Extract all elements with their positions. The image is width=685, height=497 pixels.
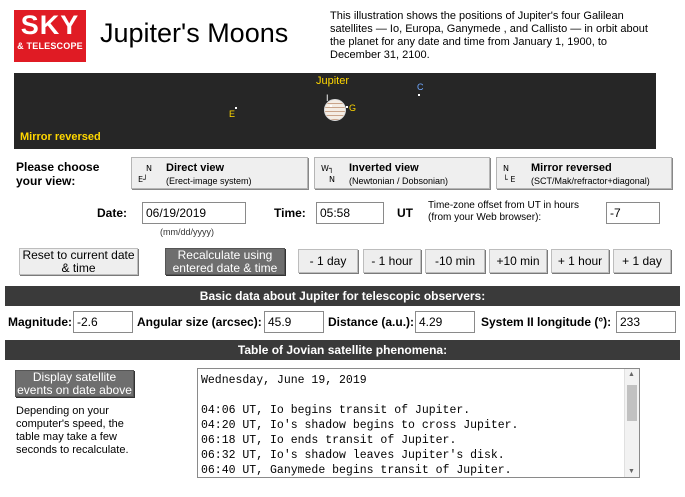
minus-day-button[interactable]: - 1 day <box>298 249 358 273</box>
distance-value[interactable]: 4.29 <box>415 311 475 333</box>
sky-view-panel: Jupiter I G E C Mirror reversed <box>14 73 656 149</box>
angular-size-value[interactable]: 45.9 <box>264 311 324 333</box>
ganymede-dot <box>346 106 348 108</box>
phenomena-line: 04:06 UT, Io begins transit of Jupiter. <box>201 404 471 417</box>
speed-note: Depending on your computer's speed, the … <box>16 405 129 456</box>
mirror-reversed-subtitle: (SCT/Mak/refractor+diagonal) <box>531 176 650 186</box>
date-format-hint: (mm/dd/yyyy) <box>160 227 214 237</box>
minus-10min-button[interactable]: -10 min <box>425 249 485 273</box>
scroll-down-icon[interactable]: ▼ <box>628 468 635 475</box>
phenomena-textarea[interactable]: Wednesday, June 19, 2019 04:06 UT, Io be… <box>197 368 640 478</box>
magnitude-value[interactable]: -2.6 <box>73 311 133 333</box>
compass-icon: N E┘ <box>138 163 152 185</box>
phenomena-line: 04:20 UT, Io's shadow begins to cross Ju… <box>201 419 519 432</box>
date-input[interactable]: 06/19/2019 <box>142 202 246 224</box>
europa-label: E <box>229 109 236 119</box>
phenomena-line <box>198 388 639 403</box>
display-events-button[interactable]: Display satellite events on date above <box>15 370 134 397</box>
phenomena-lines: Wednesday, June 19, 2019 04:06 UT, Io be… <box>198 369 639 477</box>
page-title: Jupiter's Moons <box>100 18 289 48</box>
io-label: I <box>326 93 329 103</box>
reset-button[interactable]: Reset to current date & time <box>19 248 138 275</box>
direct-view-button[interactable]: N E┘ Direct view (Erect-image system) <box>131 157 308 189</box>
phenomena-line: 06:32 UT, Io's shadow leaves Jupiter's d… <box>201 449 505 462</box>
phenomena-line: Wednesday, June 19, 2019 <box>201 374 367 387</box>
scrollbar-thumb[interactable] <box>627 385 637 421</box>
timezone-label: Time-zone offset from UT in hours (from … <box>428 200 579 223</box>
logo-sky-text: SKY <box>20 10 80 40</box>
plus-10min-button[interactable]: +10 min <box>489 249 547 273</box>
compass-icon: N └ E <box>503 163 515 185</box>
inverted-view-button[interactable]: W┐ N Inverted view (Newtonian / Dobsonia… <box>314 157 490 189</box>
logo-telescope-text: & TELESCOPE <box>17 41 83 51</box>
scroll-up-icon[interactable]: ▲ <box>628 371 635 378</box>
phenomena-line: 06:18 UT, Io ends transit of Jupiter. <box>201 434 457 447</box>
longitude-value[interactable]: 233 <box>616 311 676 333</box>
compass-icon: W┐ N <box>321 163 335 185</box>
mirror-reversed-title: Mirror reversed <box>531 162 612 174</box>
recalculate-button[interactable]: Recalculate using entered date & time <box>165 248 285 275</box>
mirror-reversed-button[interactable]: N └ E Mirror reversed (SCT/Mak/refractor… <box>496 157 672 189</box>
inverted-view-subtitle: (Newtonian / Dobsonian) <box>349 176 449 186</box>
io-dot <box>330 105 332 107</box>
compass-east: └ E <box>503 175 516 184</box>
direct-view-title: Direct view <box>166 162 225 174</box>
phenomena-header: Table of Jovian satellite phenomena: <box>5 340 680 360</box>
minus-hour-button[interactable]: - 1 hour <box>363 249 421 273</box>
view-prompt: Please choose your view: <box>16 160 100 188</box>
plus-hour-button[interactable]: + 1 hour <box>551 249 609 273</box>
longitude-label: System II longitude (°): <box>481 315 612 329</box>
time-input[interactable]: 05:58 <box>316 202 384 224</box>
timezone-input[interactable]: -7 <box>606 202 660 224</box>
ganymede-label: G <box>349 103 357 113</box>
ut-label: UT <box>397 206 413 220</box>
compass-north: N <box>146 164 152 173</box>
callisto-dot <box>418 94 420 96</box>
compass-north: N <box>503 164 509 173</box>
distance-label: Distance (a.u.): <box>328 315 415 329</box>
inverted-view-title: Inverted view <box>349 162 419 174</box>
plus-day-button[interactable]: + 1 day <box>613 249 671 273</box>
compass-north: N <box>329 175 335 184</box>
compass-west: W┐ <box>321 164 334 173</box>
textarea-scrollbar[interactable]: ▲ ▼ <box>624 369 639 477</box>
date-label: Date: <box>97 206 128 220</box>
jupiter-label: Jupiter <box>316 75 350 87</box>
phenomena-line: 06:40 UT, Ganymede begins transit of Jup… <box>201 464 512 477</box>
mirror-reversed-label: Mirror reversed <box>20 131 101 143</box>
page-description: This illustration shows the positions of… <box>330 10 648 61</box>
angular-size-label: Angular size (arcsec): <box>137 315 262 329</box>
callisto-label: C <box>417 82 424 92</box>
direct-view-subtitle: (Erect-image system) <box>166 176 252 186</box>
compass-east: E┘ <box>138 175 148 184</box>
magnitude-label: Magnitude: <box>8 315 72 329</box>
sky-telescope-logo[interactable]: SKY & TELESCOPE <box>14 10 86 62</box>
europa-dot <box>235 107 237 109</box>
basic-data-header: Basic data about Jupiter for telescopic … <box>5 286 680 306</box>
time-label: Time: <box>274 206 306 220</box>
